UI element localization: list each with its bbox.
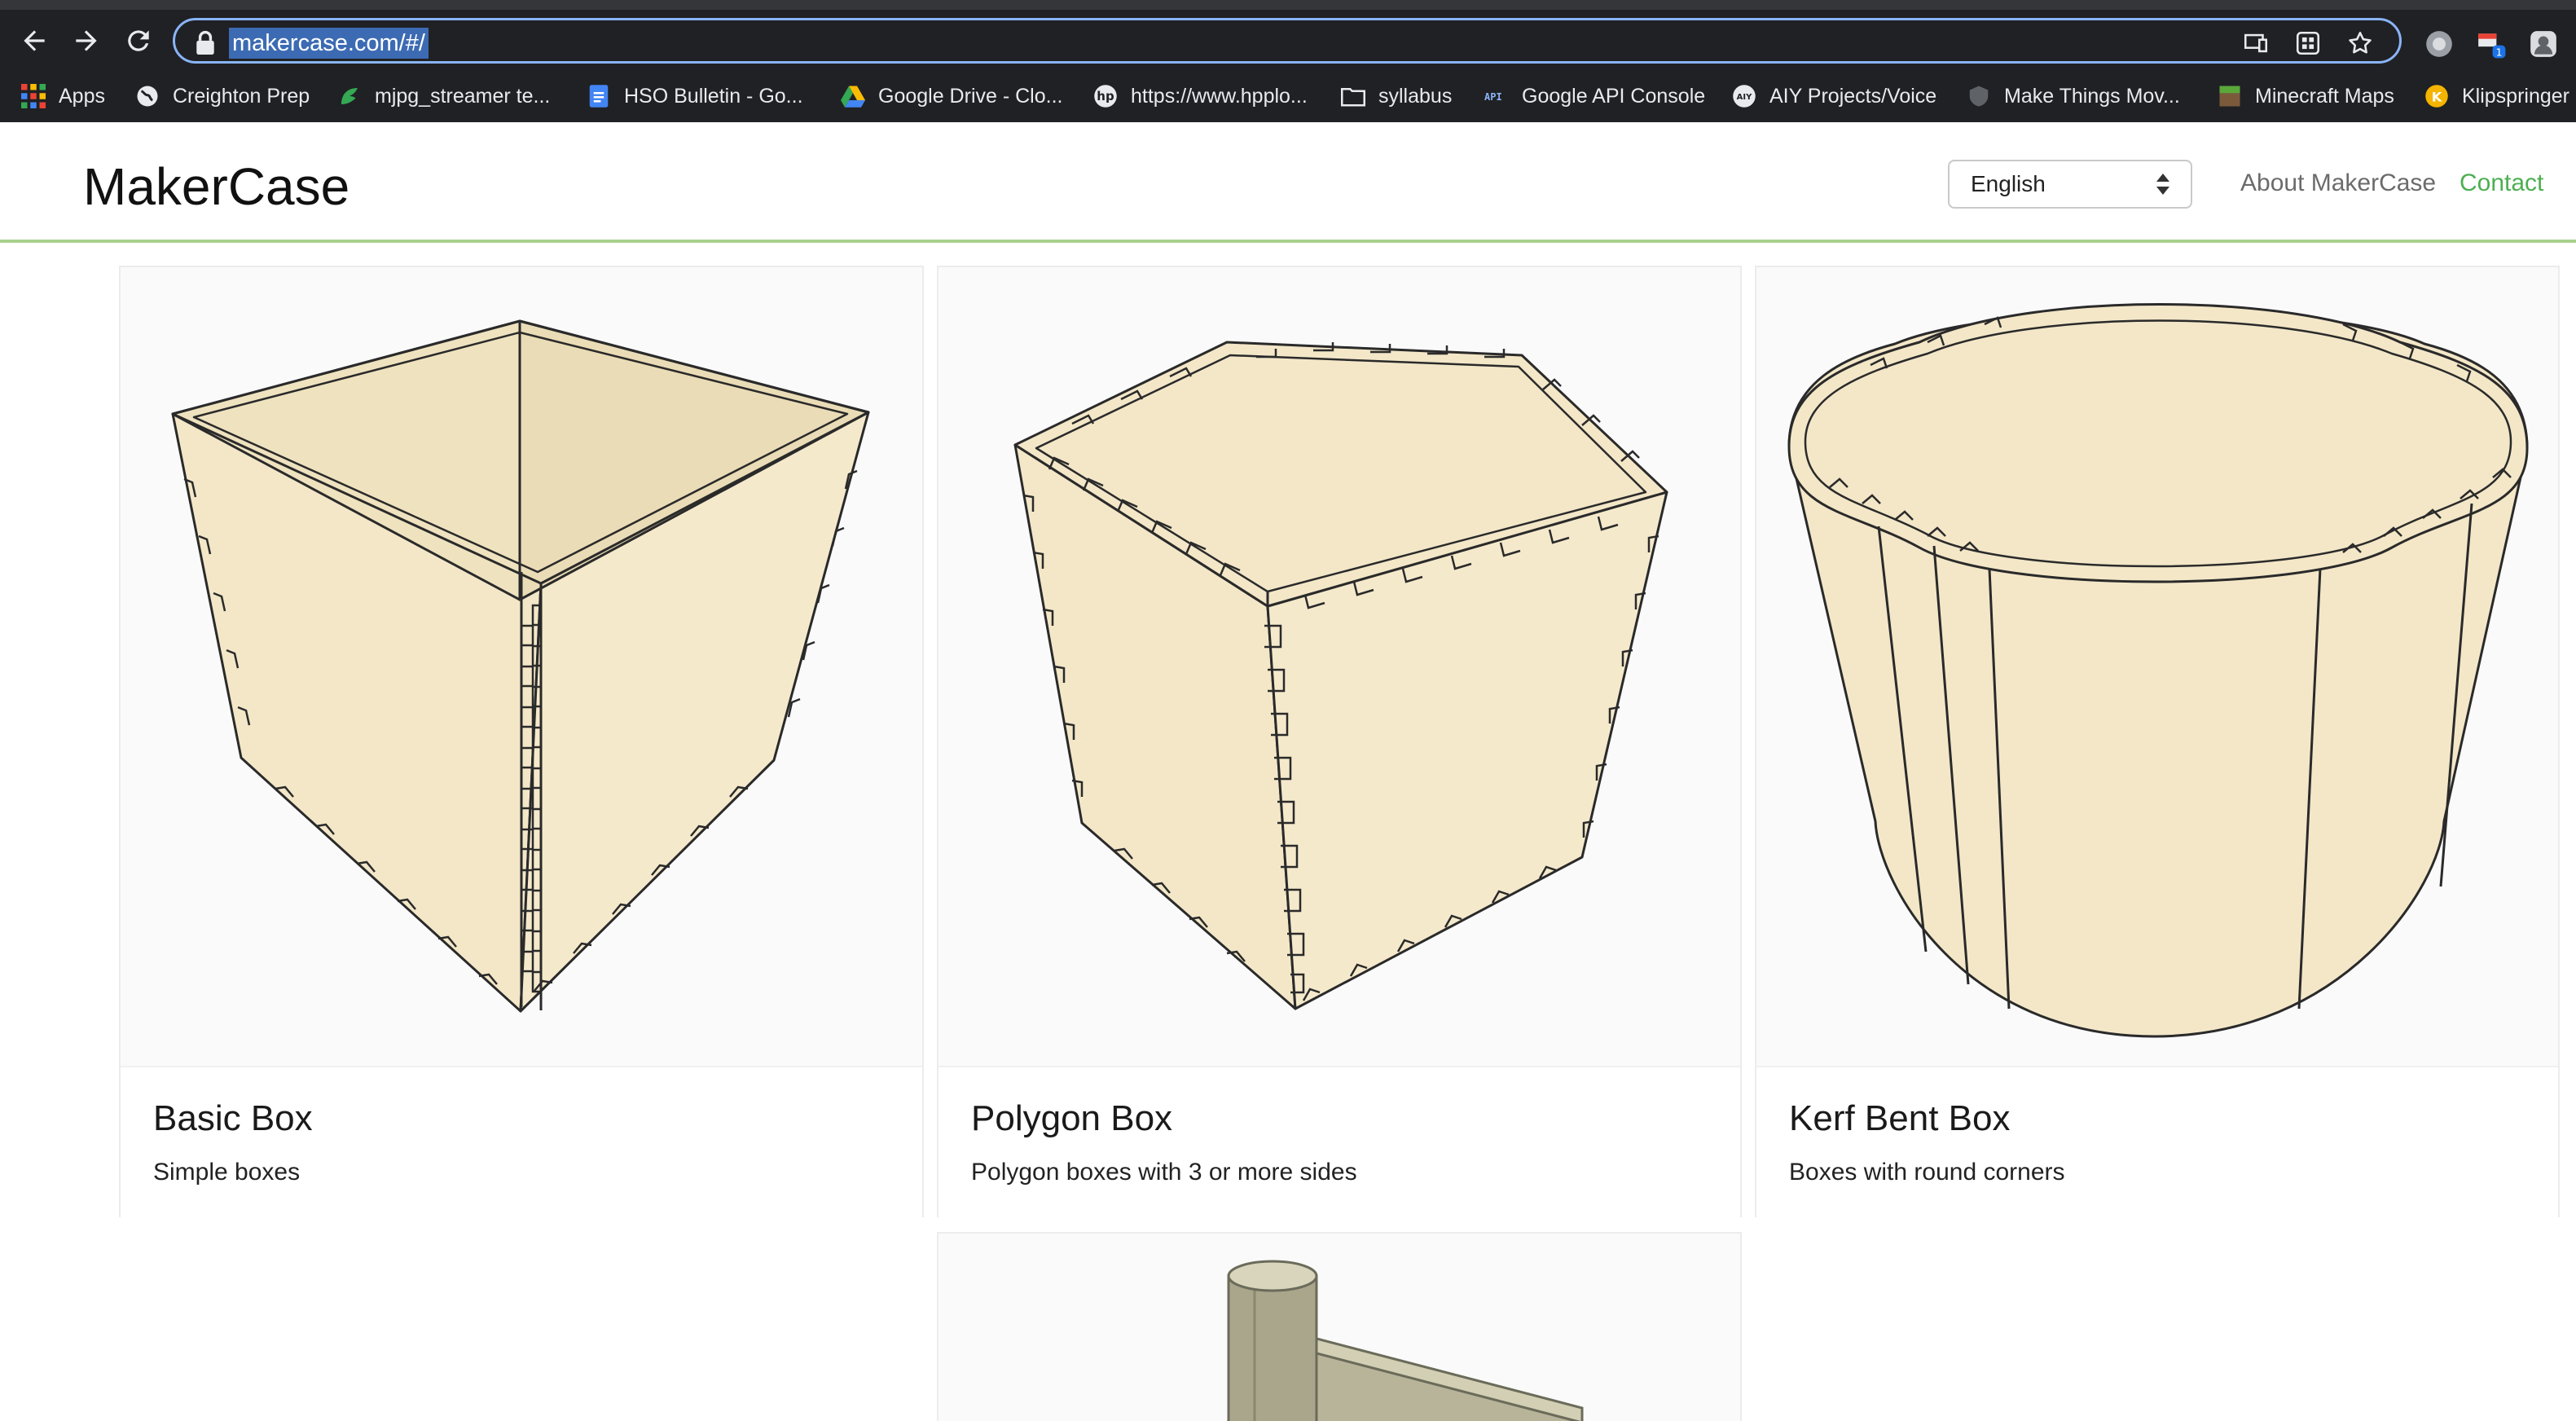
reload-button[interactable] — [119, 21, 158, 60]
reload-icon — [128, 30, 149, 51]
leaf-icon — [341, 88, 358, 104]
apps-grid-icon — [21, 84, 46, 108]
card-kerf-bent-box[interactable]: Kerf Bent Box Boxes with round corners — [1755, 266, 2560, 1217]
star-icon — [2349, 31, 2372, 54]
language-selected-value: English — [1971, 171, 2046, 196]
card-title: Kerf Bent Box — [1789, 1098, 2011, 1138]
bookmark-hso-bulletin[interactable]: HSO Bulletin - Go... — [587, 80, 803, 112]
basic-box-illustration — [121, 267, 922, 1066]
profile-icon — [2530, 31, 2556, 57]
profile-button[interactable] — [2525, 26, 2561, 62]
bookmark-make-things-move[interactable]: Make Things Mov... — [1967, 80, 2180, 112]
extension-badge: 1 — [2495, 46, 2502, 58]
bookmark-star-button[interactable] — [2344, 27, 2376, 59]
site-logo[interactable]: MakerCase — [83, 156, 349, 217]
card-polygon-box-body: Polygon Box Polygon boxes with 3 or more… — [939, 1066, 1740, 1217]
bookmark-hpplot[interactable]: hp https://www.hpplo... — [1093, 80, 1308, 112]
select-caret-icon — [2156, 174, 2169, 195]
card-polygon-box[interactable]: Polygon Box Polygon boxes with 3 or more… — [937, 266, 1742, 1217]
url-text[interactable]: makercase.com/#/ — [229, 28, 429, 59]
card-description: Boxes with round corners — [1789, 1159, 2065, 1186]
bookmark-google-api-console[interactable]: API Google API Console — [1484, 80, 1705, 112]
svg-text:K: K — [2432, 89, 2443, 104]
svg-text:API: API — [1484, 91, 1502, 103]
card-living-hinge[interactable] — [937, 1232, 1742, 1421]
extension-button-2[interactable]: 1 — [2473, 26, 2509, 62]
k-icon: K — [2425, 85, 2448, 108]
bookmark-mjpg-streamer[interactable]: mjpg_streamer te... — [337, 80, 550, 112]
bookmarks-bar: Apps Creighton Prep mjpg_streamer te... … — [0, 72, 2576, 122]
polygon-box-drawing — [1013, 341, 1668, 1010]
bookmark-klipspringer[interactable]: K Klipspringer — [2424, 80, 2569, 112]
card-4-drawing — [1227, 1260, 1584, 1421]
card-title: Polygon Box — [971, 1098, 1173, 1138]
polygon-box-illustration — [939, 267, 1740, 1066]
minecraft-icon — [2219, 86, 2240, 107]
nav-contact-link[interactable]: Contact — [2460, 169, 2543, 197]
svg-text:hp: hp — [1097, 89, 1114, 103]
bookmark-minecraft-maps[interactable]: Minecraft Maps — [2218, 80, 2394, 112]
box-type-gallery: Basic Box Simple boxes Polygon Box Polyg… — [0, 246, 2576, 1421]
folder-icon — [1341, 88, 1365, 107]
browser-toolbar: makercase.com/#/ 1 — [0, 10, 2576, 70]
tab-strip — [0, 0, 2576, 10]
api-icon: API — [1484, 91, 1502, 103]
bookmark-aiy-projects[interactable]: AIY AIY Projects/Voice — [1732, 80, 1936, 112]
card-basic-box-body: Basic Box Simple boxes — [121, 1066, 922, 1217]
card-description: Polygon boxes with 3 or more sides — [971, 1159, 1357, 1186]
hp-icon: hp — [1094, 85, 1117, 108]
site-header: MakerCase English About MakerCase Contac… — [0, 122, 2576, 243]
shield-icon — [1969, 86, 1989, 107]
card-kerf-bent-box-body: Kerf Bent Box Boxes with round corners — [1756, 1066, 2558, 1217]
cast-icon — [2244, 33, 2268, 53]
bookmark-syllabus[interactable]: syllabus — [1341, 80, 1452, 112]
aiy-icon: AIY — [1733, 85, 1756, 108]
kerf-bent-box-drawing — [1787, 303, 2529, 1038]
basic-box-drawing — [171, 319, 870, 1013]
address-bar[interactable]: makercase.com/#/ — [173, 18, 2402, 64]
bookmark-creighton-prep[interactable]: Creighton Prep — [135, 80, 310, 112]
arrow-left-icon — [24, 30, 45, 51]
nav-about-link[interactable]: About MakerCase — [2240, 169, 2436, 197]
card-title: Basic Box — [153, 1098, 313, 1138]
drive-icon — [841, 86, 865, 108]
card-description: Simple boxes — [153, 1159, 301, 1186]
arrow-right-icon — [76, 30, 97, 51]
card-4-illustration — [939, 1234, 1740, 1421]
lock-icon — [196, 30, 214, 55]
flag-extension-icon: 1 — [2478, 33, 2506, 59]
extension-circle-icon — [2426, 31, 2452, 57]
browser-chrome: makercase.com/#/ 1 Apps Creighton Prep m… — [0, 0, 2576, 122]
back-button[interactable] — [15, 21, 54, 60]
card-basic-box[interactable]: Basic Box Simple boxes — [119, 266, 924, 1217]
kerf-bent-box-illustration — [1756, 267, 2558, 1066]
language-select[interactable]: English — [1948, 160, 2192, 209]
bookmark-apps[interactable]: Apps — [21, 80, 105, 112]
globe-icon — [137, 86, 158, 107]
extension-button-1[interactable] — [2421, 26, 2457, 62]
extension-grid-button[interactable] — [2292, 27, 2324, 59]
forward-button[interactable] — [67, 21, 106, 60]
cast-button[interactable] — [2240, 27, 2272, 59]
grid-extension-icon — [2296, 31, 2320, 55]
svg-text:AIY: AIY — [1737, 93, 1752, 102]
bookmark-google-drive[interactable]: Google Drive - Clo... — [841, 80, 1062, 112]
docs-icon — [589, 85, 609, 108]
